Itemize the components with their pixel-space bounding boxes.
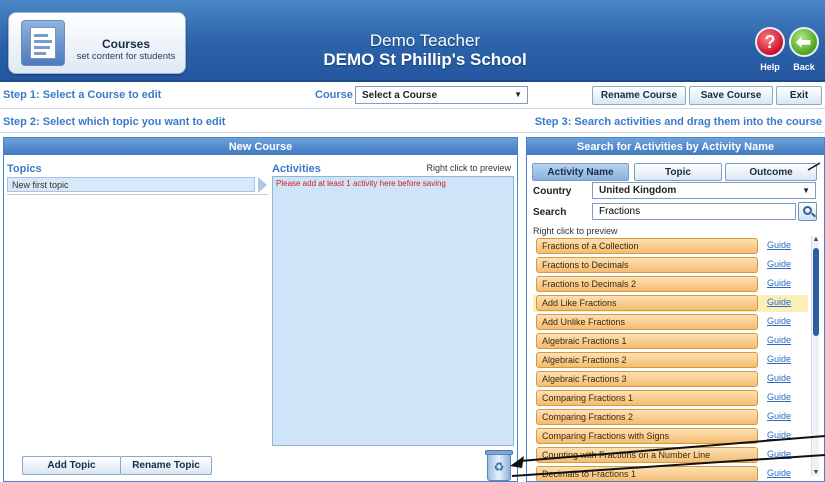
save-course-button[interactable]: Save Course [689,86,773,105]
guide-link[interactable]: Guide [767,297,791,307]
result-row: Fractions to Decimals 2 Guide [533,276,808,293]
course-select-value: Select a Course [362,90,438,101]
courses-card[interactable]: Courses set content for students [8,12,186,74]
result-row: Fractions of a Collection Guide [533,238,808,255]
step2-label: Step 2: Select which topic you want to e… [3,116,226,128]
courses-subtitle: set content for students [76,51,176,62]
scroll-up-icon[interactable]: ▲ [812,236,820,243]
guide-link[interactable]: Guide [767,316,791,326]
guide-link[interactable]: Guide [767,278,791,288]
country-label: Country [533,186,572,197]
activity-chip[interactable]: Comparing Fractions 1 [536,390,758,406]
help-label: Help [760,62,780,72]
divider [7,194,268,195]
chevron-down-icon: ▼ [802,186,810,195]
scroll-down-icon[interactable]: ▼ [812,469,820,476]
topics-header: Topics [7,163,42,175]
result-row: Counting with Fractions on a Number Line… [533,447,808,464]
back-arrow-icon: ⬅ [796,32,812,52]
activity-chip[interactable]: Algebraic Fractions 1 [536,333,758,349]
course-name-title: New Course [4,138,517,155]
teacher-name: Demo Teacher [369,31,481,50]
activities-drop-zone[interactable]: Please add at least 1 activity here befo… [272,176,514,446]
step3-label: Step 3: Search activities and drag them … [534,116,822,128]
preview-hint: Right click to preview [426,163,511,173]
activity-chip[interactable]: Comparing Fractions 2 [536,409,758,425]
guide-link[interactable]: Guide [767,259,791,269]
result-row: Decimals to Fractions 1 Guide [533,466,808,481]
rename-course-button[interactable]: Rename Course [592,86,686,105]
exit-button[interactable]: Exit [776,86,822,105]
divider [0,108,825,109]
course-document-icon [21,20,65,66]
search-panel-title: Search for Activities by Activity Name [527,138,824,155]
search-input[interactable] [592,203,796,220]
activity-chip[interactable]: Algebraic Fractions 2 [536,352,758,368]
rename-topic-button[interactable]: Rename Topic [120,456,212,475]
guide-link[interactable]: Guide [767,354,791,364]
app-header: Courses set content for students Demo Te… [0,0,825,82]
result-row: Fractions to Decimals Guide [533,257,808,274]
result-row: Algebraic Fractions 2 Guide [533,352,808,369]
search-button[interactable] [798,202,817,221]
chevron-down-icon: ▼ [514,90,522,99]
country-select[interactable]: United Kingdom ▼ [592,182,816,199]
activity-chip[interactable]: Fractions of a Collection [536,238,758,254]
divider [0,132,825,133]
recycle-bin-icon[interactable]: ♻ [485,449,513,481]
guide-link[interactable]: Guide [767,411,791,421]
topic-selected-arrow-icon [258,177,267,193]
school-name: DEMO St Phillip's School [323,50,527,69]
country-select-value: United Kingdom [599,185,677,196]
topic-item[interactable]: New first topic [7,177,255,192]
activity-chip[interactable]: Counting with Fractions on a Number Line [536,447,758,463]
add-topic-button[interactable]: Add Topic [22,456,121,475]
course-select[interactable]: Select a Course ▼ [355,86,528,104]
result-row: Comparing Fractions 2 Guide [533,409,808,426]
activity-chip[interactable]: Algebraic Fractions 3 [536,371,758,387]
course-editor-panel: New Course Topics New first topic Activi… [3,137,518,482]
step1-label: Step 1: Select a Course to edit [3,89,162,101]
courses-title: Courses [101,37,151,51]
course-label: Course [315,89,353,101]
activity-chip[interactable]: Comparing Fractions with Signs [536,428,758,444]
tab-topic[interactable]: Topic [634,163,722,181]
activity-chip[interactable]: Fractions to Decimals 2 [536,276,758,292]
activity-chip[interactable]: Add Unlike Fractions [536,314,758,330]
activities-header: Activities [272,163,321,175]
result-row: Algebraic Fractions 1 Guide [533,333,808,350]
help-button[interactable]: ? [755,27,785,57]
tab-activity-name[interactable]: Activity Name [532,163,629,181]
help-icon: ? [764,32,776,52]
activities-warning: Please add at least 1 activity here befo… [276,179,446,188]
guide-link[interactable]: Guide [767,468,791,478]
result-row: Add Unlike Fractions Guide [533,314,808,331]
results-list: Fractions of a Collection Guide Fractions … [533,236,808,481]
guide-link[interactable]: Guide [767,430,791,440]
scrollbar-thumb[interactable] [813,248,819,336]
back-button[interactable]: ⬅ [789,27,819,57]
result-row: Add Like Fractions Guide [533,295,808,312]
results-preview-hint: Right click to preview [533,226,618,236]
guide-link[interactable]: Guide [767,240,791,250]
result-row: Comparing Fractions 1 Guide [533,390,808,407]
activity-chip[interactable]: Add Like Fractions [536,295,758,311]
result-row: Comparing Fractions with Signs Guide [533,428,808,445]
activity-chip[interactable]: Fractions to Decimals [536,257,758,273]
activity-chip[interactable]: Decimals to Fractions 1 [536,466,758,481]
search-label: Search [533,207,567,218]
tab-outcome[interactable]: Outcome [725,163,817,181]
back-label: Back [793,62,815,72]
guide-link[interactable]: Guide [767,373,791,383]
activity-search-panel: Search for Activities by Activity Name A… [526,137,825,482]
result-row: Algebraic Fractions 3 Guide [533,371,808,388]
guide-link[interactable]: Guide [767,335,791,345]
results-scrollbar[interactable]: ▲ ▼ [811,236,819,476]
guide-link[interactable]: Guide [767,449,791,459]
guide-link[interactable]: Guide [767,392,791,402]
